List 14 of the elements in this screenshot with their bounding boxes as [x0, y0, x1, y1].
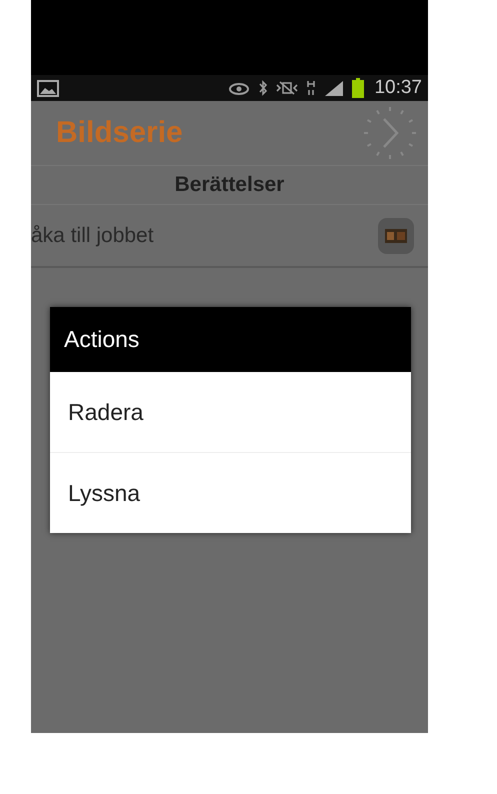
image-icon: [37, 80, 59, 96]
app-title: Bildserie: [56, 116, 183, 150]
story-thumbnail-icon[interactable]: [378, 218, 414, 254]
dialog-menu-item[interactable]: Radera: [50, 372, 411, 452]
signal-icon: [324, 80, 344, 96]
eye-icon: [228, 80, 250, 96]
section-header: Berättelser: [174, 173, 284, 197]
battery-icon: [352, 78, 364, 98]
vibrate-icon: [276, 81, 298, 95]
network-icon: [306, 80, 316, 96]
dialog-title: Actions: [50, 307, 411, 372]
dialog-menu-item[interactable]: Lyssna: [50, 452, 411, 533]
status-time: 10:37: [374, 77, 422, 99]
bluetooth-icon: [258, 80, 268, 96]
